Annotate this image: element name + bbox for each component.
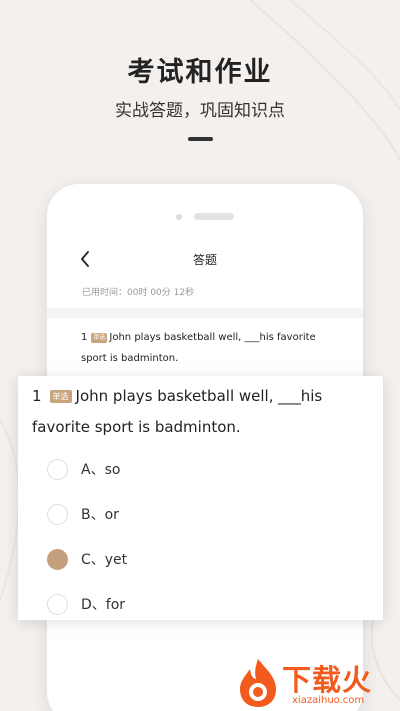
question-type-badge: 单选 bbox=[49, 390, 72, 403]
option-c[interactable]: C、yet bbox=[47, 548, 247, 570]
option-label: C、yet bbox=[81, 552, 128, 568]
option-b[interactable]: B、or bbox=[47, 503, 247, 525]
elapsed-timer: 已用时间：00时 00分 12秒 bbox=[82, 288, 195, 298]
option-label: B、or bbox=[81, 507, 119, 523]
option-a[interactable]: A、so bbox=[47, 458, 247, 480]
question-text: John plays basketball well, ___his favor… bbox=[32, 387, 323, 436]
option-d[interactable]: D、for bbox=[47, 593, 247, 615]
speaker-slot bbox=[194, 213, 234, 220]
camera-dot bbox=[176, 214, 182, 220]
option-label: A、so bbox=[81, 462, 121, 478]
promo-subtitle: 实战答题，巩固知识点 bbox=[115, 101, 285, 121]
radio-button[interactable] bbox=[47, 458, 68, 480]
radio-button-selected[interactable] bbox=[47, 548, 68, 570]
radio-button[interactable] bbox=[47, 593, 68, 615]
promo-divider bbox=[188, 137, 213, 141]
watermark-text: 下载火 bbox=[282, 663, 373, 697]
question-text: John plays basketball well, ___his favor… bbox=[81, 332, 316, 364]
question-stem: 1 单选 John plays basketball well, ___his fa… bbox=[32, 381, 372, 443]
watermark: 下载火 xiazaihuo.com bbox=[232, 655, 400, 711]
question-number: 1 bbox=[81, 332, 88, 343]
question-card: 1 单选 John plays basketball well, ___his fa… bbox=[18, 376, 383, 620]
question-number: 1 bbox=[32, 387, 42, 405]
flame-icon bbox=[240, 659, 276, 707]
radio-button[interactable] bbox=[47, 503, 68, 525]
section-divider bbox=[47, 308, 363, 318]
promo-title: 考试和作业 bbox=[127, 57, 273, 88]
question-type-badge: 单选 bbox=[91, 333, 108, 343]
watermark-url: xiazaihuo.com bbox=[292, 695, 365, 706]
screen-title: 答题 bbox=[192, 253, 217, 267]
question-preview: 1 单选 John plays basketball well, ___his fa… bbox=[81, 327, 321, 369]
option-label: D、for bbox=[81, 597, 126, 613]
